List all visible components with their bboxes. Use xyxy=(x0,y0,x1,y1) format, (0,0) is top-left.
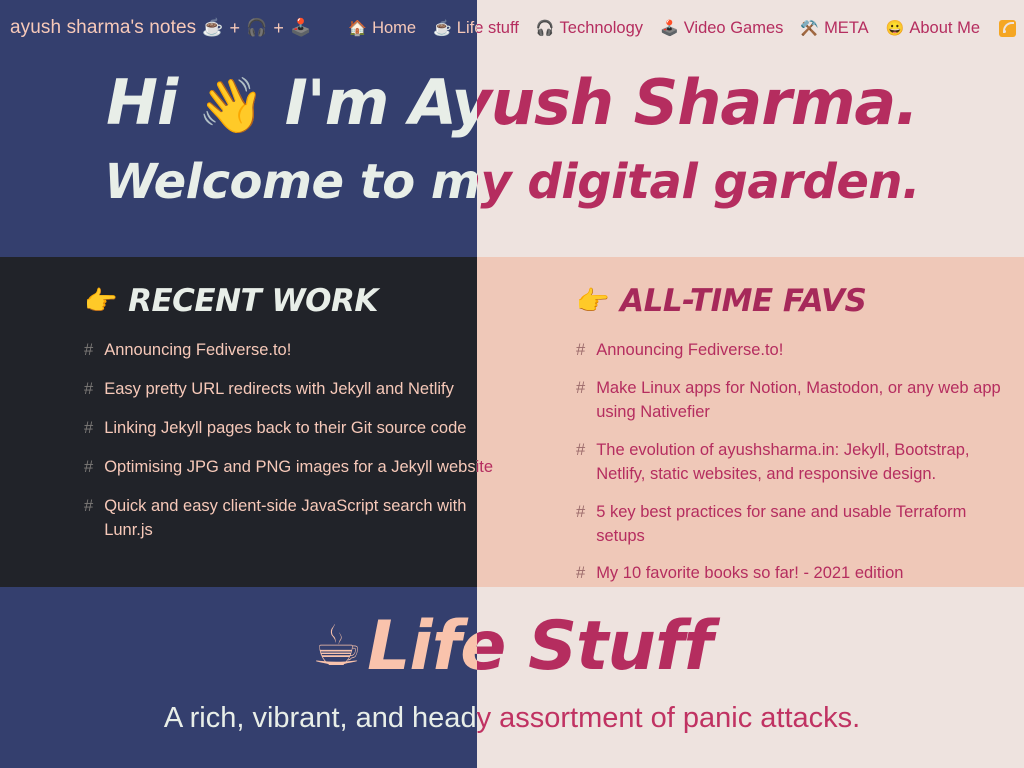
all-time-favs-title-text: ALL-TIME FAVS xyxy=(620,283,867,319)
headphones-icon: 🎧 xyxy=(246,18,268,37)
joystick-icon: 🕹️ xyxy=(290,18,312,37)
site-brand[interactable]: ayush sharma's notes ☕ + 🎧 + 🕹️ xyxy=(10,17,311,39)
waving-hand-icon: 👋 xyxy=(197,74,265,137)
life-stuff-title-text: Life Stuff xyxy=(367,607,713,686)
hash-icon: # xyxy=(576,378,586,397)
posts-section: 👉 RECENT WORK # Announcing Fediverse.to! … xyxy=(0,257,1024,587)
nav-label-meta: META xyxy=(824,18,869,37)
list-item[interactable]: # Quick and easy client-side JavaScript s… xyxy=(84,495,494,543)
post-link: Make Linux apps for Notion, Mastodon, or… xyxy=(596,378,1001,421)
recent-work-list: # Announcing Fediverse.to! # Easy pretty U… xyxy=(84,339,494,543)
hammer-and-wrench-icon: ⚒️ xyxy=(800,19,820,37)
nav-label-home: Home xyxy=(372,18,417,37)
joystick-icon: 🕹️ xyxy=(660,19,679,37)
page-root: ayush sharma's notes ☕ + 🎧 + 🕹️ 🏠 Home ☕… xyxy=(0,0,1024,768)
recent-work-title: 👉 RECENT WORK xyxy=(84,283,494,319)
hero-line1-before: Hi xyxy=(106,66,198,139)
life-stuff-subtitle: A rich, vibrant, and heady assortment of… xyxy=(163,702,861,734)
all-time-favs-column: 👉 ALL-TIME FAVS # Announcing Fediverse.to… xyxy=(512,257,1024,587)
rss-feed-icon[interactable] xyxy=(999,19,1016,37)
post-link: Linking Jekyll pages back to their Git s… xyxy=(104,418,467,437)
post-link: My 10 favorite books so far! - 2021 edit… xyxy=(596,564,904,583)
brand-title: ayush sharma's notes xyxy=(10,17,197,38)
post-link: Announcing Fediverse.to! xyxy=(596,341,784,359)
list-item[interactable]: # Optimising JPG and PNG images for a Jek… xyxy=(84,456,494,480)
nav-label-about-me: About Me xyxy=(909,18,980,37)
coffee-icon: ☕ xyxy=(311,614,362,679)
hash-icon: # xyxy=(84,341,94,359)
post-link: Quick and easy client-side JavaScript se… xyxy=(104,496,467,539)
hash-icon: # xyxy=(576,440,586,459)
hero-heading-line-1: Hi 👋 I'm Ayush Sharma. xyxy=(0,66,1024,139)
nav-item-video-games[interactable]: 🕹️ Video Games xyxy=(660,19,783,38)
house-icon: 🏠 xyxy=(348,19,368,37)
hash-icon: # xyxy=(84,496,94,515)
site-header: ayush sharma's notes ☕ + 🎧 + 🕹️ 🏠 Home ☕… xyxy=(0,0,1024,56)
pointing-right-icon: 👉 xyxy=(84,286,118,317)
brand-plus-2: + xyxy=(273,17,285,38)
nav-item-about-me[interactable]: 😀 About Me xyxy=(886,19,980,38)
nav-item-life-stuff[interactable]: ☕ Life stuff xyxy=(433,19,519,38)
list-item[interactable]: # Announcing Fediverse.to! xyxy=(576,339,1014,363)
post-link: Easy pretty URL redirects with Jekyll an… xyxy=(104,379,454,398)
grinning-face-icon: 😀 xyxy=(885,19,905,37)
post-link: Optimising JPG and PNG images for a Jeky… xyxy=(104,457,494,476)
brand-plus-1: + xyxy=(229,17,241,38)
coffee-icon: ☕ xyxy=(202,18,224,37)
recent-work-title-text: RECENT WORK xyxy=(128,283,378,319)
list-item[interactable]: # Easy pretty URL redirects with Jekyll a… xyxy=(84,378,494,402)
hash-icon: # xyxy=(84,379,94,398)
recent-work-column: 👉 RECENT WORK # Announcing Fediverse.to! … xyxy=(0,257,512,587)
hash-icon: # xyxy=(576,502,586,521)
list-item[interactable]: #5 key best practices for sane and usabl… xyxy=(576,501,1014,549)
hero-line1-after: I'm Ayush Sharma. xyxy=(264,66,919,139)
nav-item-home[interactable]: 🏠 Home xyxy=(348,19,416,38)
nav-label-life-stuff: Life stuff xyxy=(456,18,519,37)
list-item[interactable]: # My 10 favorite books so far! - 2021 edi… xyxy=(576,562,1014,586)
life-stuff-title: ☕ Life Stuff xyxy=(0,607,1024,686)
hash-icon: # xyxy=(576,341,586,359)
list-item[interactable]: # The evolution of ayushsharma.in: Jekyll… xyxy=(576,439,1014,487)
list-item[interactable]: # Make Linux apps for Notion, Mastodon, o… xyxy=(576,377,1014,425)
hero-heading-line-2: Welcome to my digital garden. xyxy=(104,154,920,210)
light-theme-layer: ayush sharma's notes ☕ + 🎧 + 🕹️ 🏠 Home ☕… xyxy=(0,0,1024,768)
post-link: The evolution of ayushsharma.in: Jekyll,… xyxy=(596,440,970,483)
hash-icon: # xyxy=(84,457,94,476)
pointing-right-icon: 👉 xyxy=(576,286,610,317)
headphones-icon: 🎧 xyxy=(535,19,555,37)
hero-section: Hi 👋 I'm Ayush Sharma. Welcome to my dig… xyxy=(0,56,1024,257)
hash-icon: # xyxy=(84,418,94,437)
nav-item-technology[interactable]: 🎧 Technology xyxy=(536,19,643,38)
post-link: 5 key best practices for sane and usable… xyxy=(596,502,967,545)
main-nav: 🏠 Home ☕ Life stuff 🎧 Technology 🕹️ Vide… xyxy=(348,19,1016,38)
life-stuff-section: ☕ Life Stuff A rich, vibrant, and heady … xyxy=(0,587,1024,768)
hash-icon: # xyxy=(576,564,586,583)
coffee-icon: ☕ xyxy=(433,19,452,37)
nav-label-video-games: Video Games xyxy=(683,18,784,37)
post-link: Announcing Fediverse.to! xyxy=(104,341,292,359)
all-time-favs-title: 👉 ALL-TIME FAVS xyxy=(576,283,1014,319)
list-item[interactable]: # Linking Jekyll pages back to their Git … xyxy=(84,417,494,441)
nav-label-technology: Technology xyxy=(559,18,644,37)
list-item[interactable]: # Announcing Fediverse.to! xyxy=(84,339,494,363)
all-time-favs-list: # Announcing Fediverse.to! # Make Linux ap… xyxy=(576,339,1014,586)
nav-item-meta[interactable]: ⚒️ META xyxy=(800,19,868,38)
